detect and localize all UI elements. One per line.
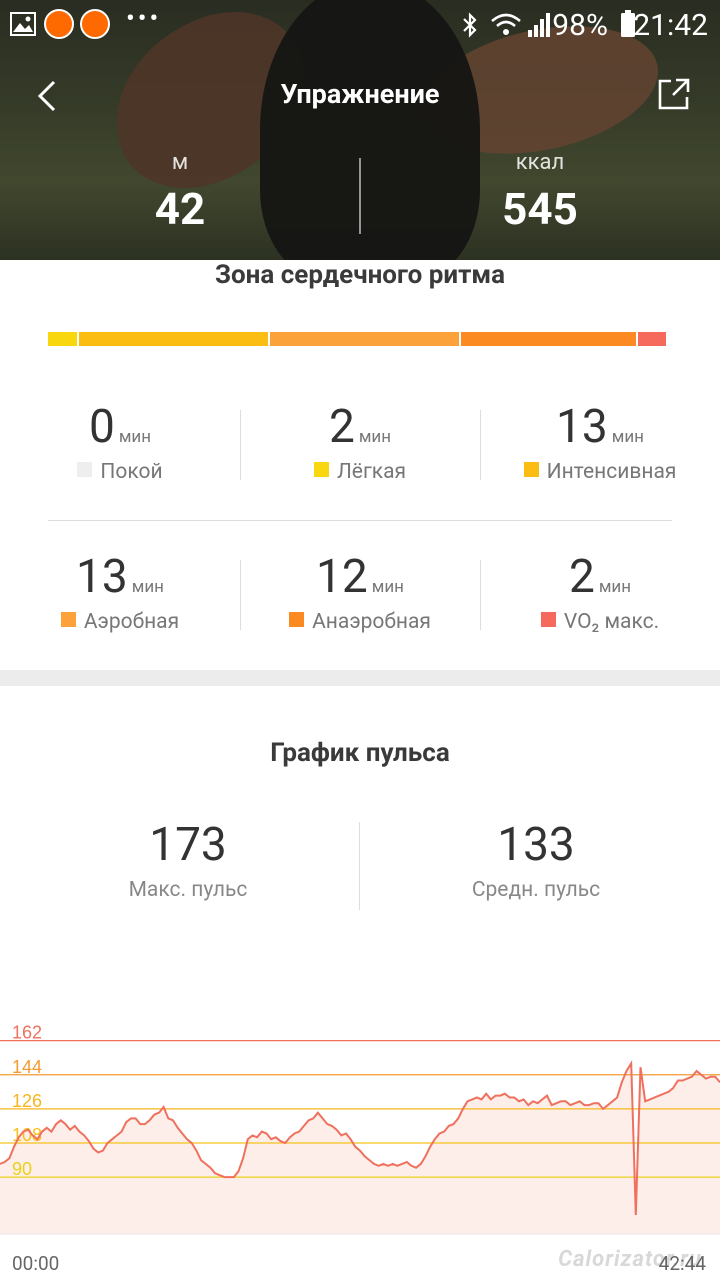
x-axis-start-label: 00:00 xyxy=(12,1252,60,1275)
status-bar: ••• 98% 21:42 xyxy=(0,0,720,50)
threshold-label: 126 xyxy=(12,1091,42,1111)
zone-vo2max: 2 мин VO₂ макс. xyxy=(480,550,720,634)
mi-fit-app-icon-2 xyxy=(80,9,110,46)
distance-stat: м 42 xyxy=(0,150,360,235)
zone-swatch xyxy=(313,462,329,477)
zone-bar-aerobic xyxy=(270,332,459,346)
avg-pulse-value: 133 xyxy=(497,818,575,872)
zone-label: Интенсивная xyxy=(546,460,677,484)
zone-unit: мин xyxy=(118,427,152,447)
max-pulse-label: Макс. пульс xyxy=(128,878,248,902)
zone-minutes: 12 xyxy=(316,550,368,604)
page-title: Упражнение xyxy=(280,78,440,110)
zone-label: VO₂ макс. xyxy=(563,610,660,634)
bluetooth-icon xyxy=(463,12,477,38)
zone-light: 2 мин Лёгкая xyxy=(240,400,480,484)
zone-unit: мин xyxy=(611,427,644,447)
zone-bar-anaerobic xyxy=(461,332,636,346)
zone-distribution-bar xyxy=(48,332,670,346)
zone-swatch xyxy=(60,612,76,627)
zone-bar-vo2max xyxy=(638,332,666,346)
zone-bar-intensive xyxy=(79,332,268,346)
heart-rate-zones-card: Зона сердечного ритма 0 мин Покой 2 мин Лё… xyxy=(0,260,720,668)
zone-minutes: 2 xyxy=(328,400,355,454)
calories-value: 545 xyxy=(502,183,578,235)
zone-minutes: 2 xyxy=(568,550,595,604)
zone-intensive: 13 мин Интенсивная xyxy=(480,400,720,484)
avg-pulse-stat: 133 Средн. пульс xyxy=(356,818,716,902)
more-notifications-icon: ••• xyxy=(126,4,162,34)
zone-anaerobic: 12 мин Анаэробная xyxy=(240,550,480,634)
max-pulse-value: 173 xyxy=(149,818,227,872)
zone-unit: мин xyxy=(358,427,392,447)
pulse-title: График пульса xyxy=(270,738,450,768)
calories-unit: ккал xyxy=(515,150,565,175)
wifi-icon xyxy=(491,13,521,35)
x-axis-end-label: 42:44 xyxy=(658,1252,706,1275)
avg-pulse-label: Средн. пульс xyxy=(471,878,601,902)
zone-swatch xyxy=(523,462,539,477)
mi-fit-app-icon xyxy=(44,9,74,46)
zone-unit: мин xyxy=(131,577,164,597)
threshold-label: 144 xyxy=(12,1057,42,1077)
max-pulse-stat: 173 Макс. пульс xyxy=(8,818,368,902)
zones-title: Зона сердечного ритма xyxy=(214,260,506,290)
zone-minutes: 13 xyxy=(76,550,128,604)
zone-unit: мин xyxy=(371,577,404,597)
zone-minutes: 13 xyxy=(556,400,608,454)
pulse-chart-card: График пульса 173 Макс. пульс 133 Средн.… xyxy=(0,686,720,1280)
distance-value: 42 xyxy=(154,183,206,235)
zone-rest: 0 мин Покой xyxy=(0,400,240,484)
divider xyxy=(48,520,672,521)
hero-header: ••• 98% 21:42 Упражнение м 42 ккал 545 xyxy=(0,0,720,260)
zone-minutes: 0 xyxy=(88,400,115,454)
pulse-area xyxy=(0,1063,720,1234)
threshold-label: 90 xyxy=(12,1159,32,1179)
zone-bar-light xyxy=(48,332,77,346)
pulse-line-chart: 16214412610890 xyxy=(0,1023,720,1235)
share-icon[interactable] xyxy=(656,76,692,112)
calories-stat: ккал 545 xyxy=(360,150,720,235)
distance-unit: м xyxy=(171,150,189,175)
zone-swatch xyxy=(77,462,93,477)
zone-label: Лёгкая xyxy=(336,460,407,484)
zone-label: Анаэробная xyxy=(312,610,431,634)
zone-label: Аэробная xyxy=(83,610,180,634)
gallery-icon xyxy=(10,12,36,36)
zone-aerobic: 13 мин Аэробная xyxy=(0,550,240,634)
zone-swatch xyxy=(540,612,556,627)
section-divider xyxy=(0,670,720,686)
threshold-label: 162 xyxy=(12,1023,42,1043)
zone-label: Покой xyxy=(100,460,163,484)
clock: 21:42 xyxy=(633,8,708,43)
battery-percent: 98% xyxy=(552,8,608,43)
zone-swatch xyxy=(289,612,305,627)
zone-unit: мин xyxy=(598,577,632,597)
signal-icon xyxy=(528,13,550,37)
